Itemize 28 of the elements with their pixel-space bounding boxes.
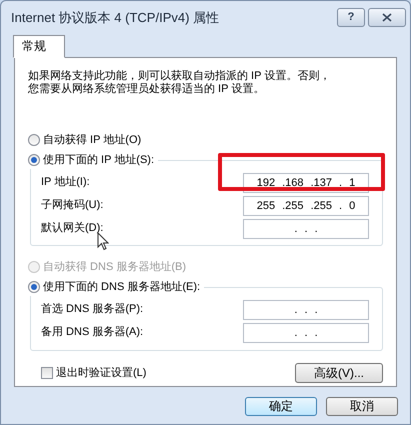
radio-label[interactable]: 使用下面的 DNS 服务器地址(E):: [43, 280, 200, 294]
window-title: Internet 协议版本 4 (TCP/IPv4) 属性: [11, 10, 220, 24]
radio-button[interactable]: [28, 281, 40, 293]
mouse-cursor-icon: [97, 232, 109, 251]
field-label: 默认网关(D):: [41, 221, 104, 236]
close-icon: [382, 12, 392, 22]
close-button[interactable]: [368, 8, 406, 26]
radio-button[interactable]: [28, 134, 40, 146]
checkbox[interactable]: [41, 367, 53, 379]
ip-address-field[interactable]: . . .: [243, 300, 369, 320]
description-text: 如果网络支持此功能，则可以获取自动指派的 IP 设置。否则，: [28, 70, 330, 82]
radio-label[interactable]: 自动获得 IP 地址(O): [43, 132, 142, 148]
help-button[interactable]: ?: [337, 8, 365, 26]
checkbox-label[interactable]: 退出时验证设置(L): [56, 366, 146, 380]
dialog-button[interactable]: 确定: [245, 397, 317, 416]
radio-button[interactable]: [28, 154, 40, 166]
tab[interactable]: 常规: [13, 35, 65, 58]
ip-address-field[interactable]: . . .: [243, 218, 369, 238]
description-text: 您需要从网络系统管理员处获得适当的 IP 设置。: [28, 83, 264, 96]
field-label: 子网掩码(U):: [41, 198, 104, 213]
radio-label[interactable]: 使用下面的 IP 地址(S):: [43, 152, 154, 168]
ip-address-field[interactable]: . . .: [243, 322, 369, 342]
ip-address-field[interactable]: 255 .255 .255 . 0: [243, 196, 369, 216]
field-label: IP 地址(I):: [41, 175, 90, 190]
advanced-button[interactable]: 高级(V)...: [295, 363, 383, 383]
field-label: 备用 DNS 服务器(A):: [41, 325, 144, 340]
field-label: 首选 DNS 服务器(P):: [41, 302, 144, 317]
dialog-button[interactable]: 取消: [326, 397, 398, 416]
